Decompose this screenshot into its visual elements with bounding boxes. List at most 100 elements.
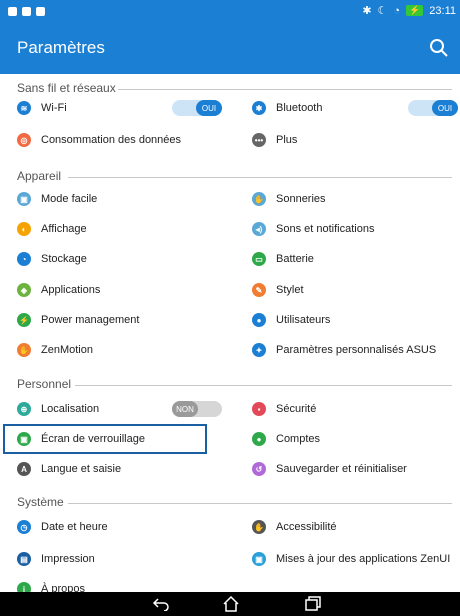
back-button[interactable] bbox=[148, 594, 174, 614]
section-device: Appareil bbox=[17, 169, 62, 183]
more-icon: ••• bbox=[252, 133, 266, 147]
accounts-item[interactable]: ● Comptes bbox=[252, 424, 320, 454]
power-mgmt-label: Power management bbox=[41, 314, 140, 326]
status-time: 23:11 bbox=[429, 4, 456, 17]
bluetooth-toggle[interactable]: OUI bbox=[408, 100, 458, 116]
user-icon: ● bbox=[252, 313, 266, 327]
display-label: Affichage bbox=[41, 223, 87, 235]
wifi-label: Wi-Fi bbox=[41, 102, 67, 114]
battery-item[interactable]: ▭ Batterie bbox=[252, 244, 314, 274]
data-usage-icon: ◎ bbox=[17, 133, 31, 147]
power-mgmt-item[interactable]: ⚡ Power management bbox=[17, 305, 139, 335]
printing-item[interactable]: ▤ Impression bbox=[17, 544, 95, 574]
location-label: Localisation bbox=[41, 403, 100, 415]
battery-label: Batterie bbox=[276, 253, 314, 265]
accounts-label: Comptes bbox=[276, 433, 321, 445]
location-item[interactable]: ⊕ Localisation bbox=[17, 394, 99, 424]
battery-icon: ⚡ bbox=[406, 5, 424, 16]
language-icon: A bbox=[17, 462, 31, 476]
easy-mode-icon: ▣ bbox=[17, 192, 31, 206]
navigation-bar bbox=[0, 592, 460, 616]
language-item[interactable]: A Langue et saisie bbox=[17, 454, 121, 484]
lockscreen-highlight-box bbox=[3, 424, 207, 454]
bluetooth-icon: ✱ bbox=[252, 101, 266, 115]
stylus-icon: ✎ bbox=[252, 283, 266, 297]
wifi-icon: ≋ bbox=[17, 101, 31, 115]
apps-item[interactable]: ◈ Applications bbox=[17, 275, 100, 305]
sounds-item[interactable]: ✋ Sonneries bbox=[252, 184, 326, 214]
wifi-item[interactable]: ≋ Wi-Fi bbox=[17, 93, 67, 123]
section-divider bbox=[75, 385, 452, 386]
search-icon[interactable] bbox=[428, 37, 450, 59]
hand-icon: ✋ bbox=[252, 192, 266, 206]
recents-button[interactable] bbox=[300, 594, 326, 614]
asus-settings-item[interactable]: ✦ Paramètres personnalisés ASUS bbox=[252, 335, 436, 365]
asus-custom-icon: ✦ bbox=[252, 343, 266, 357]
status-right: ✱ ☾ ◔ ⚡ 23:11 bbox=[362, 4, 456, 18]
apps-label: Applications bbox=[41, 284, 101, 296]
users-label: Utilisateurs bbox=[276, 314, 331, 326]
data-usage-label: Consommation des données bbox=[41, 134, 182, 146]
volume-icon: ◂) bbox=[252, 222, 266, 236]
more-item[interactable]: ••• Plus bbox=[252, 125, 297, 155]
bluetooth-label: Bluetooth bbox=[276, 102, 323, 114]
page-title: Paramètres bbox=[17, 38, 105, 57]
section-divider bbox=[68, 503, 452, 504]
bluetooth-toggle-state: OUI bbox=[432, 100, 458, 116]
status-bar: ✱ ☾ ◔ ⚡ 23:11 bbox=[0, 0, 460, 24]
bluetooth-item[interactable]: ✱ Bluetooth bbox=[252, 93, 322, 123]
wifi-toggle-state: OUI bbox=[196, 100, 222, 116]
easy-mode-label: Mode facile bbox=[41, 193, 98, 205]
brightness-icon: ◐ bbox=[17, 222, 31, 236]
zenui-updates-item[interactable]: ▣ Mises à jour des applications ZenUI bbox=[252, 544, 450, 574]
account-icon: ● bbox=[252, 432, 266, 446]
app-header: Paramètres bbox=[0, 24, 460, 74]
section-divider bbox=[118, 89, 452, 90]
sounds-label: Sonneries bbox=[276, 193, 326, 205]
asus-settings-label: Paramètres personnalisés ASUS bbox=[276, 344, 437, 356]
location-icon: ⊕ bbox=[17, 402, 31, 416]
storage-icon: ◔ bbox=[17, 252, 31, 266]
more-label: Plus bbox=[276, 134, 298, 146]
zenmotion-icon: ✋ bbox=[17, 343, 31, 357]
printing-label: Impression bbox=[41, 553, 95, 565]
section-system: Système bbox=[17, 495, 64, 509]
section-personal: Personnel bbox=[17, 377, 72, 391]
clock-icon: ◷ bbox=[17, 520, 31, 534]
zenmotion-item[interactable]: ✋ ZenMotion bbox=[17, 335, 93, 365]
power-management-icon: ⚡ bbox=[17, 313, 31, 327]
accessibility-item[interactable]: ✋ Accessibilité bbox=[252, 512, 337, 542]
location-toggle-state: NON bbox=[172, 401, 198, 417]
users-item[interactable]: ● Utilisateurs bbox=[252, 305, 330, 335]
zenmotion-label: ZenMotion bbox=[41, 344, 93, 356]
zenui-update-icon: ▣ bbox=[252, 552, 266, 566]
backup-item[interactable]: ↺ Sauvegarder et réinitialiser bbox=[252, 454, 407, 484]
backup-label: Sauvegarder et réinitialiser bbox=[276, 463, 407, 475]
home-icon bbox=[223, 596, 239, 612]
location-toggle[interactable]: NON bbox=[172, 401, 222, 417]
do-not-disturb-icon: ☾ bbox=[377, 5, 388, 17]
display-item[interactable]: ◐ Affichage bbox=[17, 214, 87, 244]
bluetooth-status-icon: ✱ bbox=[362, 5, 372, 17]
data-usage-item[interactable]: ◎ Consommation des données bbox=[17, 125, 181, 155]
apps-icon: ◈ bbox=[17, 283, 31, 297]
status-notification-icons bbox=[8, 5, 45, 19]
storage-item[interactable]: ◔ Stockage bbox=[17, 244, 87, 274]
security-item[interactable]: ▪ Sécurité bbox=[252, 394, 316, 424]
home-button[interactable] bbox=[218, 594, 244, 614]
sound-notifs-label: Sons et notifications bbox=[276, 223, 375, 235]
wifi-toggle[interactable]: OUI bbox=[172, 100, 222, 116]
datetime-label: Date et heure bbox=[41, 521, 108, 533]
storage-label: Stockage bbox=[41, 253, 87, 265]
battery-settings-icon: ▭ bbox=[252, 252, 266, 266]
language-label: Langue et saisie bbox=[41, 463, 122, 475]
datetime-item[interactable]: ◷ Date et heure bbox=[17, 512, 108, 542]
lock-icon: ▪ bbox=[252, 402, 266, 416]
easy-mode-item[interactable]: ▣ Mode facile bbox=[17, 184, 97, 214]
section-divider bbox=[68, 177, 452, 178]
zenui-updates-label: Mises à jour des applications ZenUI bbox=[276, 553, 451, 565]
printer-icon: ▤ bbox=[17, 552, 31, 566]
stylus-item[interactable]: ✎ Stylet bbox=[252, 275, 304, 305]
backup-icon: ↺ bbox=[252, 462, 266, 476]
sound-notifs-item[interactable]: ◂) Sons et notifications bbox=[252, 214, 374, 244]
